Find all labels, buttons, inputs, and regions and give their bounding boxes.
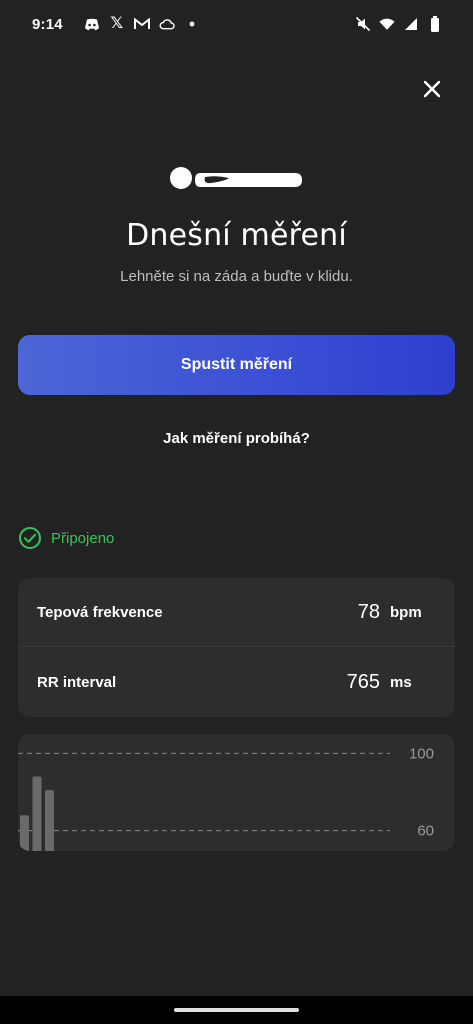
- discord-icon: [84, 16, 100, 32]
- start-measurement-button[interactable]: Spustit měření: [18, 335, 455, 395]
- signal-icon: [403, 16, 419, 32]
- home-gesture-handle[interactable]: [174, 1008, 299, 1012]
- metrics-card: Tepová frekvence 78 bpm RR interval 765 …: [18, 578, 455, 717]
- metric-label: Tepová frekvence: [37, 603, 163, 621]
- hero: [0, 160, 473, 200]
- notification-icons: 𝕏: [84, 16, 200, 32]
- status-bar: 9:14 𝕏: [0, 0, 473, 48]
- metric-label: RR interval: [37, 674, 117, 691]
- connection-status: Připojeno: [18, 526, 114, 550]
- mute-icon: [355, 16, 371, 32]
- chart-bar: [32, 776, 42, 851]
- status-time: 9:14: [32, 15, 63, 33]
- close-icon: [423, 80, 441, 98]
- wifi-icon: [379, 16, 395, 32]
- metric-value: 765: [346, 671, 380, 693]
- check-circle-icon: [19, 527, 41, 549]
- page-subtitle: Lehněte si na záda a buďte v klidu.: [120, 268, 353, 285]
- battery-icon: [427, 16, 443, 32]
- status-left: 9:14 𝕏: [32, 16, 200, 33]
- metric-unit: bpm: [390, 603, 422, 621]
- metric-unit: ms: [390, 674, 412, 691]
- close-button[interactable]: [417, 74, 447, 104]
- system-icons: [355, 16, 443, 32]
- heart-rate-chart: 100 60: [18, 734, 455, 851]
- metric-row-rr-interval: RR interval 765 ms: [18, 648, 455, 717]
- chart-bar: [45, 790, 54, 851]
- connection-status-label: Připojeno: [51, 529, 115, 547]
- cloud-icon: [159, 16, 175, 32]
- navigation-bar: [0, 996, 473, 1024]
- chart-y-tick-label: 60: [417, 823, 434, 840]
- gmail-icon: [133, 16, 150, 32]
- chart-y-tick-label: 100: [409, 745, 434, 762]
- x-icon: 𝕏: [110, 15, 124, 32]
- dot-icon: [184, 16, 200, 32]
- chart-bar: [20, 815, 29, 851]
- start-measurement-label: Spustit měření: [180, 356, 293, 373]
- metric-row-heart-rate: Tepová frekvence 78 bpm: [18, 578, 455, 647]
- metric-value: 78: [357, 600, 380, 623]
- how-measurement-works-link[interactable]: Jak měření probíhá?: [0, 430, 473, 447]
- page-title: Dnešní měření: [126, 218, 347, 253]
- lying-person-icon: [169, 167, 302, 189]
- chart-svg: 100 60: [18, 745, 434, 851]
